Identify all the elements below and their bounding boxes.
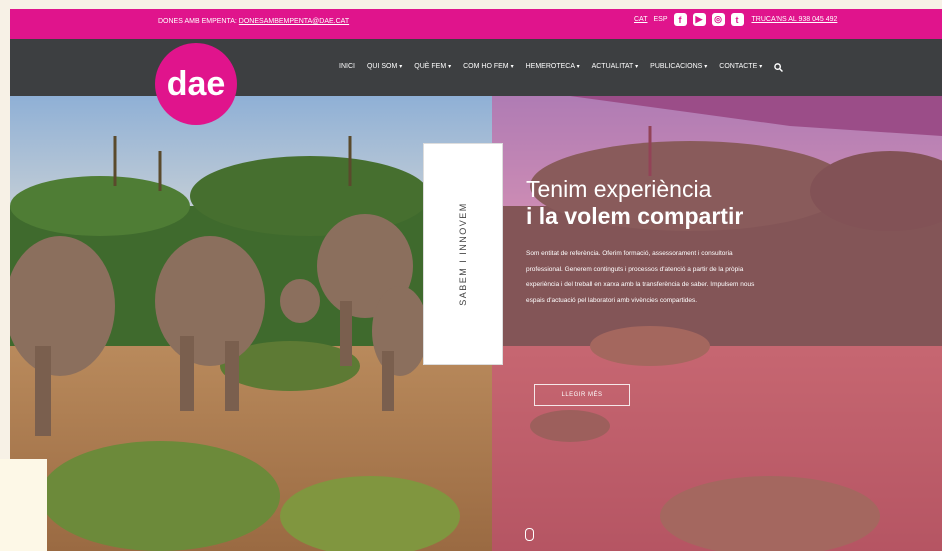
- side-tab[interactable]: SABEM I INNOVEM: [423, 143, 503, 365]
- language-cat-link[interactable]: CAT: [634, 16, 647, 23]
- menu-item-que-fem[interactable]: QUÈ FEM ▾: [414, 63, 451, 74]
- menu-item-inici[interactable]: INICI: [339, 63, 355, 74]
- main-menu: INICI QUI SOM ▾ QUÈ FEM ▾ COM HO FEM ▾ H…: [339, 63, 784, 74]
- email-link[interactable]: DONESAMBEMPENTA@DAE.CAT: [239, 18, 349, 25]
- side-panel: [0, 459, 47, 551]
- phone-link[interactable]: TRUCA'NS AL 938 045 492: [752, 16, 838, 23]
- contact-info: DONES AMB EMPENTA: DONESAMBEMPENTA@DAE.C…: [158, 18, 349, 25]
- hero-description: Som entitat de referència. Oferim formac…: [526, 250, 755, 304]
- side-tab-label: SABEM I INNOVEM: [458, 202, 468, 306]
- top-bar: DONES AMB EMPENTA: DONESAMBEMPENTA@DAE.C…: [10, 9, 942, 39]
- facebook-icon[interactable]: f: [673, 13, 687, 26]
- menu-item-actualitat[interactable]: ACTUALITAT ▾: [592, 63, 639, 74]
- chevron-down-icon: ▾: [635, 64, 639, 70]
- top-bar-right: CAT ESP f ▶ ◎ t TRUCA'NS AL 938 045 492: [634, 13, 837, 26]
- main-navbar: dae INICI QUI SOM ▾ QUÈ FEM ▾ COM HO FEM…: [10, 39, 942, 125]
- scroll-down-icon[interactable]: [525, 528, 534, 541]
- search-icon[interactable]: [774, 63, 784, 74]
- menu-item-com-ho-fem[interactable]: COM HO FEM ▾: [463, 63, 513, 74]
- hero-section: SABEM I INNOVEM Tenim experiència i la v…: [10, 96, 942, 551]
- menu-item-publicacions[interactable]: PUBLICACIONS ▾: [650, 63, 707, 74]
- pink-overlay: [492, 96, 942, 551]
- menu-item-qui-som[interactable]: QUI SOM ▾: [367, 63, 402, 74]
- language-esp-link[interactable]: ESP: [653, 16, 667, 23]
- twitter-icon[interactable]: t: [730, 13, 744, 26]
- chevron-down-icon: ▾: [576, 64, 580, 70]
- read-more-button[interactable]: LLEGIR MÉS: [534, 384, 630, 406]
- hero-headline-line2: i la volem compartir: [526, 203, 744, 229]
- hero-headline-line1: Tenim experiència: [526, 176, 712, 202]
- menu-item-contacte[interactable]: CONTACTE ▾: [719, 63, 762, 74]
- chevron-down-icon: ▾: [704, 64, 708, 70]
- chevron-down-icon: ▾: [510, 64, 514, 70]
- contact-label: DONES AMB EMPENTA:: [158, 18, 237, 25]
- menu-item-hemeroteca[interactable]: HEMEROTECA ▾: [526, 63, 580, 74]
- chevron-down-icon: ▾: [759, 64, 763, 70]
- chevron-down-icon: ▾: [448, 64, 452, 70]
- chevron-down-icon: ▾: [399, 64, 403, 70]
- instagram-icon[interactable]: ◎: [711, 13, 725, 26]
- youtube-icon[interactable]: ▶: [692, 13, 706, 26]
- logo[interactable]: dae: [155, 43, 237, 125]
